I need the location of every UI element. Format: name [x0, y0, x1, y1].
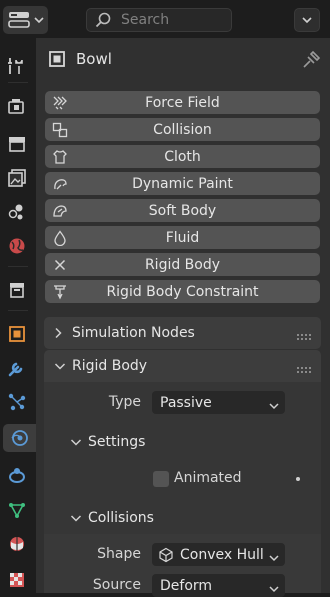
animated-label: Animated: [174, 470, 242, 486]
simulation-nodes-header[interactable]: Simulation Nodes: [44, 317, 321, 349]
properties-tab-bar: [0, 38, 36, 593]
rigid-body-constraint-button[interactable]: Rigid Body Constraint: [45, 280, 320, 303]
properties-panel: Bowl Force Field Collision Cloth Dynamic…: [36, 38, 330, 597]
constraints-tab[interactable]: [3, 462, 31, 490]
fluid-button[interactable]: Fluid: [45, 226, 320, 249]
texture-tab[interactable]: [3, 566, 31, 594]
type-dropdown[interactable]: Passive: [152, 391, 285, 414]
chevron-down-icon: [269, 581, 279, 597]
material-icon: [10, 537, 24, 551]
shape-dropdown[interactable]: Convex Hull: [152, 543, 285, 566]
physics-tab[interactable]: [3, 424, 36, 452]
chevron-down-icon: [33, 16, 44, 23]
tool-tab[interactable]: [3, 52, 31, 80]
properties-editor-icon: [7, 12, 30, 28]
render-icon: [8, 99, 24, 114]
shape-value: Convex Hull: [180, 546, 264, 563]
view-layer-tab[interactable]: [3, 164, 31, 192]
data-tab[interactable]: [3, 496, 31, 524]
settings-subpanel-header[interactable]: Settings: [58, 426, 321, 458]
simulation-nodes-title: Simulation Nodes: [72, 325, 195, 341]
scene-tab[interactable]: [3, 198, 31, 226]
world-tab[interactable]: [3, 232, 31, 260]
render-tab[interactable]: [3, 92, 31, 120]
context-header: Bowl: [36, 38, 330, 80]
rigid-body-button[interactable]: Rigid Body: [45, 253, 320, 276]
soft-body-button[interactable]: Soft Body: [45, 199, 320, 222]
type-label: Type: [108, 394, 141, 410]
editor-type-selector[interactable]: [3, 6, 48, 34]
particles-tab[interactable]: [3, 388, 31, 416]
object-icon: [9, 326, 25, 342]
filter-dropdown[interactable]: [294, 8, 320, 32]
force-field-label: Force Field: [145, 94, 220, 111]
cloth-button[interactable]: Cloth: [45, 145, 320, 168]
particles-icon: [8, 393, 26, 411]
physics-icon: [10, 430, 28, 446]
collision-button[interactable]: Collision: [45, 118, 320, 141]
modifier-tab[interactable]: [3, 354, 31, 382]
type-value: Passive: [160, 394, 212, 411]
wrench-icon: [8, 362, 23, 377]
drag-handle-icon[interactable]: [297, 362, 313, 378]
force-field-button[interactable]: Force Field: [45, 91, 320, 114]
collection-tab[interactable]: [3, 276, 31, 304]
scene-icon: [8, 204, 23, 220]
search-icon: [95, 12, 111, 28]
top-bar: Search: [0, 0, 330, 38]
chevron-down-icon: [70, 514, 82, 522]
object-icon: [48, 50, 66, 68]
tool-icon: [8, 58, 23, 74]
material-tab[interactable]: [3, 530, 31, 558]
chevron-down-icon: [70, 438, 82, 446]
chevron-down-icon: [302, 16, 312, 23]
search-placeholder: Search: [121, 12, 170, 28]
soft-body-label: Soft Body: [148, 202, 217, 219]
object-name: Bowl: [76, 50, 112, 68]
rigid-body-header[interactable]: Rigid Body: [44, 350, 321, 382]
rigid-body-label: Rigid Body: [144, 256, 221, 273]
drag-handle-icon[interactable]: [297, 329, 313, 345]
chevron-down-icon: [269, 550, 279, 566]
collection-icon: [10, 283, 24, 298]
object-tab[interactable]: [3, 320, 31, 348]
world-icon: [9, 238, 25, 254]
chevron-right-icon: [54, 327, 66, 339]
settings-title: Settings: [88, 434, 146, 450]
shape-label: Shape: [97, 546, 141, 562]
dynamic-paint-button[interactable]: Dynamic Paint: [45, 172, 320, 195]
animated-checkbox[interactable]: [153, 471, 169, 487]
source-dropdown[interactable]: Deform: [152, 574, 285, 597]
mesh-data-icon: [9, 503, 25, 518]
collisions-title: Collisions: [88, 510, 154, 526]
source-label: Source: [92, 577, 141, 593]
keyframe-dot-icon[interactable]: [296, 477, 300, 481]
output-tab[interactable]: [3, 130, 31, 158]
chevron-down-icon: [269, 398, 279, 414]
constraints-icon: [9, 468, 25, 483]
dynamic-paint-label: Dynamic Paint: [132, 175, 233, 192]
output-icon: [9, 137, 25, 152]
search-input[interactable]: Search: [86, 8, 232, 32]
collision-label: Collision: [153, 121, 212, 138]
view-layer-icon: [8, 169, 26, 187]
rigid-body-constraint-label: Rigid Body Constraint: [106, 283, 259, 300]
fluid-label: Fluid: [165, 229, 200, 246]
texture-icon: [10, 573, 24, 587]
source-value: Deform: [160, 577, 213, 594]
rigid-body-title: Rigid Body: [72, 358, 148, 374]
convex-hull-icon: [158, 547, 174, 563]
collisions-subpanel-header[interactable]: Collisions: [58, 502, 321, 534]
pin-icon[interactable]: [302, 49, 322, 73]
cloth-label: Cloth: [164, 148, 201, 165]
chevron-down-icon: [54, 362, 66, 370]
